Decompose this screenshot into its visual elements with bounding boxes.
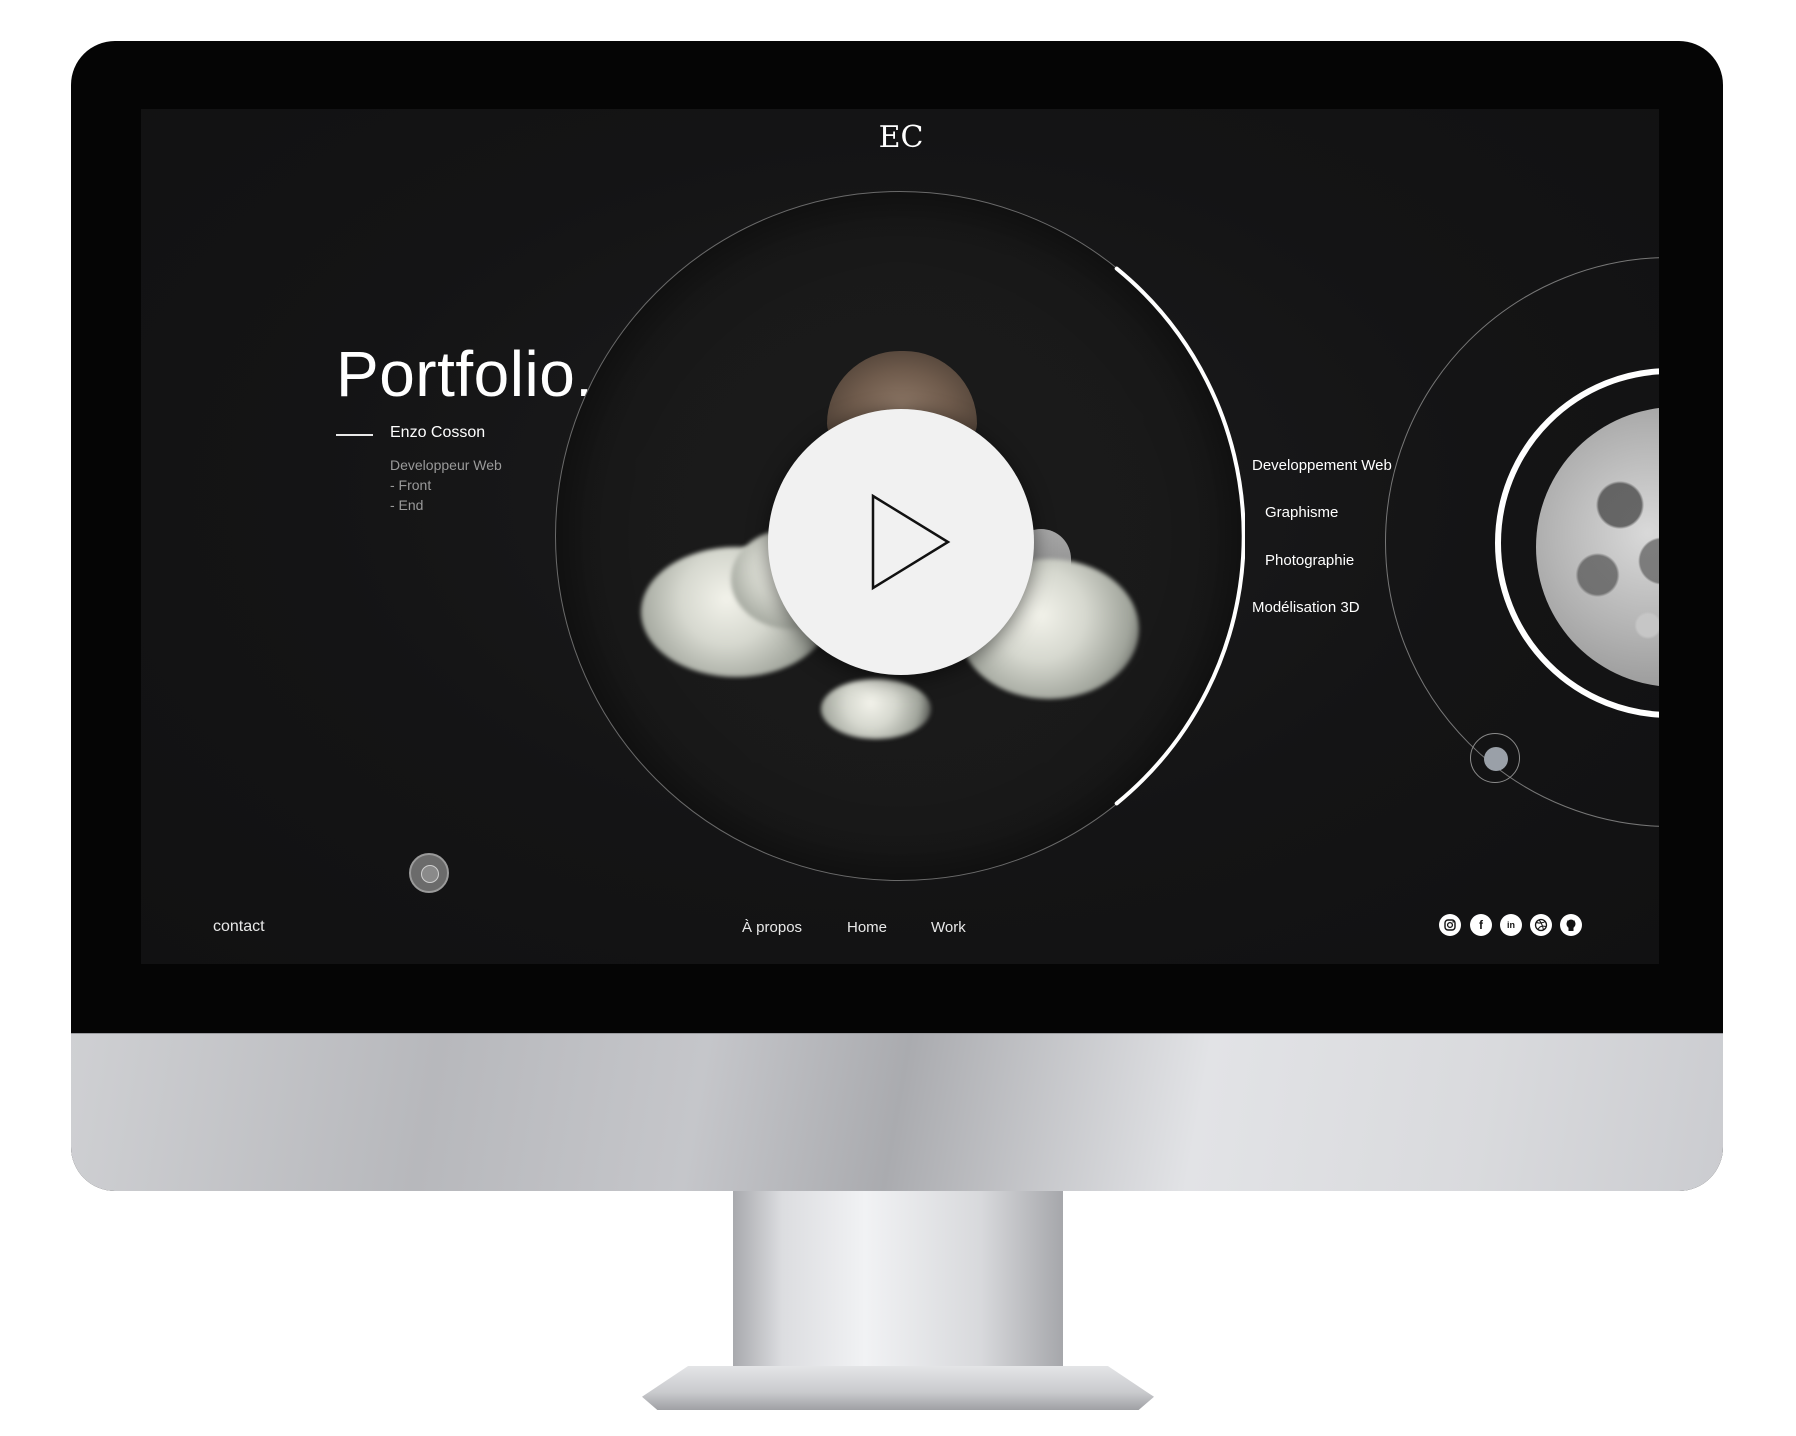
linkedin-icon[interactable]: in xyxy=(1500,914,1522,936)
author-name: Enzo Cosson xyxy=(390,424,486,441)
cloud-image xyxy=(821,679,931,739)
service-link-graphisme[interactable]: Graphisme xyxy=(1265,504,1338,521)
nav-link-apropos[interactable]: À propos xyxy=(742,919,802,936)
play-icon xyxy=(871,493,951,591)
scroll-indicator[interactable] xyxy=(409,853,449,893)
play-button[interactable] xyxy=(768,409,1034,675)
service-link-web[interactable]: Developpement Web xyxy=(1252,457,1392,474)
author-role: Developpeur Web - Front - End xyxy=(390,455,502,515)
role-line: - End xyxy=(390,497,424,513)
logo-icon[interactable]: EC xyxy=(874,117,928,157)
svg-text:EC: EC xyxy=(879,120,924,155)
title-divider xyxy=(336,434,373,436)
nav-link-home[interactable]: Home xyxy=(847,919,887,936)
service-link-photographie[interactable]: Photographie xyxy=(1265,552,1354,569)
service-link-3d[interactable]: Modélisation 3D xyxy=(1252,599,1360,616)
contact-link[interactable]: contact xyxy=(213,918,265,936)
facebook-icon[interactable]: f xyxy=(1470,914,1492,936)
screen: EC Portfolio. Enzo Cosson Developpeur We… xyxy=(141,109,1659,964)
imac-foot xyxy=(642,1366,1154,1410)
dribbble-icon[interactable] xyxy=(1530,914,1552,936)
github-icon[interactable] xyxy=(1560,914,1582,936)
role-line: - Front xyxy=(390,477,432,493)
instagram-icon[interactable] xyxy=(1439,914,1461,936)
imac-chin xyxy=(71,1033,1723,1191)
role-line: Developpeur Web xyxy=(390,457,502,473)
nav-link-work[interactable]: Work xyxy=(931,919,966,936)
orbit-handle[interactable] xyxy=(1470,733,1520,783)
